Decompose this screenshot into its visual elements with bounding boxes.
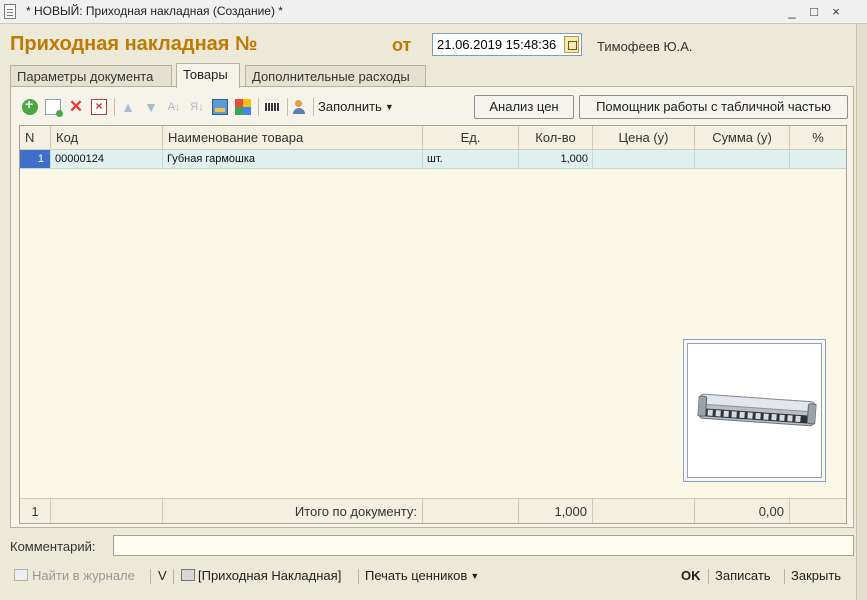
- footer-sum-total: 0,00: [695, 499, 790, 523]
- row-percent[interactable]: [790, 150, 846, 168]
- print-price-labels-button[interactable]: Печать ценников ▼: [365, 568, 479, 583]
- printer-icon: [181, 569, 195, 581]
- window-title: * НОВЫЙ: Приходная накладная (Создание) …: [26, 4, 283, 18]
- find-in-journal-button[interactable]: Найти в журнале: [14, 568, 135, 583]
- chevron-down-icon: ▼: [470, 571, 480, 581]
- form-title: Приходная накладная №: [10, 33, 258, 55]
- move-down-icon[interactable]: ▼: [143, 99, 159, 115]
- move-up-icon[interactable]: ▲: [120, 99, 136, 115]
- column-header-unit[interactable]: Ед.: [423, 126, 519, 149]
- row-name[interactable]: Губная гармошка: [163, 150, 423, 168]
- minimize-button[interactable]: _: [782, 3, 802, 21]
- column-header-code[interactable]: Код: [51, 126, 163, 149]
- picker-icon[interactable]: [212, 99, 228, 115]
- product-image: [687, 343, 822, 478]
- chevron-down-icon: ▼: [384, 102, 394, 112]
- price-analysis-button[interactable]: Анализ цен: [474, 95, 574, 119]
- fill-menu-button[interactable]: Заполнить ▼: [318, 99, 394, 114]
- calendar-icon[interactable]: [564, 36, 579, 53]
- row-qty[interactable]: 1,000: [519, 150, 593, 168]
- sort-desc-icon[interactable]: Я↓: [189, 99, 205, 115]
- row-number[interactable]: 1: [20, 150, 51, 168]
- bottombar-separator: [358, 569, 359, 584]
- footer-total-label: Итого по документу:: [163, 499, 423, 523]
- row-sum[interactable]: [695, 150, 790, 168]
- delete-icon[interactable]: ✕: [68, 98, 84, 115]
- document-icon: [4, 4, 16, 19]
- date-label: от: [392, 35, 412, 55]
- tab-goods[interactable]: Товары: [176, 63, 240, 88]
- table-header: N Код Наименование товара Ед. Кол-во Цен…: [20, 126, 846, 150]
- column-header-n[interactable]: N: [20, 126, 51, 149]
- goods-panel: ✕ × ▲ ▼ A↓ Я↓ Заполнить▼ Анализ цен Помо…: [10, 86, 854, 528]
- toolbar-separator: [313, 98, 314, 116]
- bottombar-separator: [150, 569, 151, 584]
- close-button[interactable]: Закрыть: [791, 568, 841, 583]
- colors-icon[interactable]: [235, 99, 251, 115]
- table-footer: 1 Итого по документу: 1,000 0,00: [20, 498, 846, 523]
- journal-icon: [14, 569, 28, 581]
- goods-table[interactable]: N Код Наименование товара Ед. Кол-во Цен…: [19, 125, 847, 524]
- footer-qty-total: 1,000: [519, 499, 593, 523]
- column-header-name[interactable]: Наименование товара: [163, 126, 423, 149]
- footer-blank: [423, 499, 519, 523]
- toolbar-separator: [287, 98, 288, 116]
- bottom-toolbar: Найти в журнале V [Приходная Накладная] …: [0, 564, 867, 588]
- sort-asc-icon[interactable]: A↓: [166, 99, 182, 115]
- harmonica-picture: [697, 393, 817, 427]
- bottombar-separator: [784, 569, 785, 584]
- tab-document-params[interactable]: Параметры документа: [10, 65, 172, 87]
- barcode-icon[interactable]: [264, 102, 280, 112]
- maximize-button[interactable]: □: [804, 3, 824, 21]
- author-name: Тимофеев Ю.А.: [597, 39, 693, 54]
- copy-icon[interactable]: [45, 99, 63, 117]
- print-document-label: [Приходная Накладная]: [198, 568, 342, 583]
- footer-blank: [51, 499, 163, 523]
- column-header-sum[interactable]: Сумма (у): [695, 126, 790, 149]
- close-window-button[interactable]: ×: [826, 3, 846, 21]
- find-in-journal-label: Найти в журнале: [32, 568, 135, 583]
- row-price[interactable]: [593, 150, 695, 168]
- table-helper-button[interactable]: Помощник работы с табличной частью: [579, 95, 848, 119]
- background-window-edge: [856, 24, 867, 600]
- product-image-frame: [683, 339, 826, 482]
- row-code[interactable]: 00000124: [51, 150, 163, 168]
- tab-extra-expenses[interactable]: Дополнительные расходы: [245, 65, 426, 87]
- comment-label: Комментарий:: [10, 539, 96, 554]
- mark-delete-icon[interactable]: ×: [91, 99, 107, 115]
- table-row[interactable]: 1 00000124 Губная гармошка шт. 1,000: [20, 150, 846, 169]
- window-titlebar: * НОВЫЙ: Приходная накладная (Создание) …: [0, 0, 867, 24]
- add-icon[interactable]: [22, 96, 38, 115]
- bottombar-separator: [173, 569, 174, 584]
- save-button[interactable]: Записать: [715, 568, 771, 583]
- print-document-button[interactable]: [Приходная Накладная]: [181, 568, 341, 583]
- bottombar-separator: [708, 569, 709, 584]
- column-header-qty[interactable]: Кол-во: [519, 126, 593, 149]
- footer-blank: [790, 499, 846, 523]
- column-header-price[interactable]: Цена (у): [593, 126, 695, 149]
- footer-blank: [593, 499, 695, 523]
- fill-menu-label: Заполнить: [318, 99, 382, 114]
- date-input[interactable]: 21.06.2019 15:48:36: [432, 33, 582, 56]
- date-value: 21.06.2019 15:48:36: [437, 37, 557, 52]
- row-unit[interactable]: шт.: [423, 150, 519, 168]
- column-header-percent[interactable]: %: [790, 126, 846, 149]
- toolbar-separator: [114, 98, 115, 116]
- toolbar-separator: [258, 98, 259, 116]
- print-price-labels-label: Печать ценников: [365, 568, 468, 583]
- comment-input[interactable]: [113, 535, 854, 556]
- v-button[interactable]: V: [158, 568, 167, 583]
- footer-count: 1: [20, 499, 51, 523]
- ok-button[interactable]: OK: [681, 568, 701, 583]
- user-icon[interactable]: [292, 99, 308, 115]
